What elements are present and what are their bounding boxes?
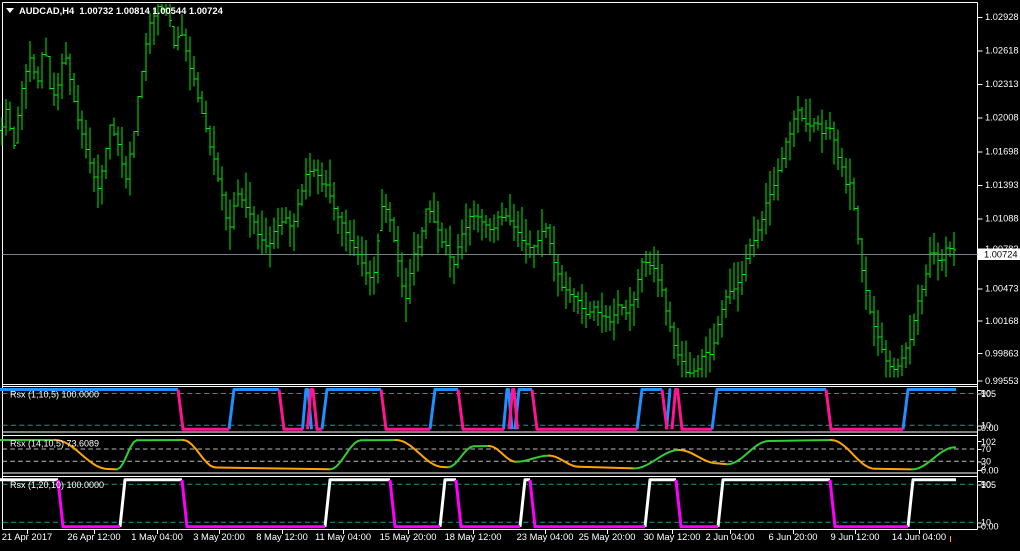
svg-text:1.01088: 1.01088 xyxy=(985,214,1019,224)
svg-text:18 May 12:00: 18 May 12:00 xyxy=(445,531,502,542)
svg-text:1.02313: 1.02313 xyxy=(985,79,1019,89)
svg-text:1.01393: 1.01393 xyxy=(985,180,1019,190)
svg-text:1.00168: 1.00168 xyxy=(985,316,1019,326)
svg-text:70: 70 xyxy=(981,444,991,454)
svg-text:0.99863: 0.99863 xyxy=(985,348,1019,358)
svg-text:11 May 04:00: 11 May 04:00 xyxy=(315,531,371,542)
svg-text:90: 90 xyxy=(981,389,991,399)
svg-text:90: 90 xyxy=(981,480,991,490)
svg-text:25 May 20:00: 25 May 20:00 xyxy=(579,531,636,542)
svg-text:Rsx (14,10,5) 73.6089: Rsx (14,10,5) 73.6089 xyxy=(10,439,99,449)
svg-text:9 Jun 12:00: 9 Jun 12:00 xyxy=(831,531,880,542)
svg-text:1.01698: 1.01698 xyxy=(985,147,1019,157)
svg-text:1.02928: 1.02928 xyxy=(985,12,1019,22)
svg-text:Rsx (1,10,5) 100.0000: Rsx (1,10,5) 100.0000 xyxy=(10,390,99,400)
svg-text:2 Jun 04:00: 2 Jun 04:00 xyxy=(706,531,755,542)
svg-text:1.02008: 1.02008 xyxy=(985,113,1019,123)
svg-text:30 May 12:00: 30 May 12:00 xyxy=(644,531,701,542)
svg-text:0.99553: 0.99553 xyxy=(985,376,1019,386)
svg-text:1.00473: 1.00473 xyxy=(985,284,1019,294)
svg-text:6 Jun 20:00: 6 Jun 20:00 xyxy=(769,531,818,542)
svg-text:3 May 20:00: 3 May 20:00 xyxy=(193,531,245,542)
svg-text:14 Jun 04:00: 14 Jun 04:00 xyxy=(892,531,946,542)
svg-text:0.00: 0.00 xyxy=(981,423,999,433)
svg-text:23 May 04:00: 23 May 04:00 xyxy=(517,531,574,542)
svg-text:21 Apr 2017: 21 Apr 2017 xyxy=(2,531,53,542)
svg-text:1 May 04:00: 1 May 04:00 xyxy=(131,531,183,542)
svg-text:1.00724: 1.00724 xyxy=(984,250,1018,260)
svg-text:1.02618: 1.02618 xyxy=(985,46,1019,56)
svg-text:8 May 12:00: 8 May 12:00 xyxy=(256,531,308,542)
svg-text:Rsx (1,20,10) 100.0000: Rsx (1,20,10) 100.0000 xyxy=(10,480,104,490)
svg-text:26 Apr 12:00: 26 Apr 12:00 xyxy=(67,531,120,542)
svg-text:15 May 20:00: 15 May 20:00 xyxy=(380,531,437,542)
svg-text:0.00: 0.00 xyxy=(981,465,999,475)
svg-text:0.00: 0.00 xyxy=(981,522,999,532)
svg-text:AUDCAD,H4 1.00732 1.00814 1.0: AUDCAD,H4 1.00732 1.00814 1.00544 1.0072… xyxy=(19,5,224,16)
